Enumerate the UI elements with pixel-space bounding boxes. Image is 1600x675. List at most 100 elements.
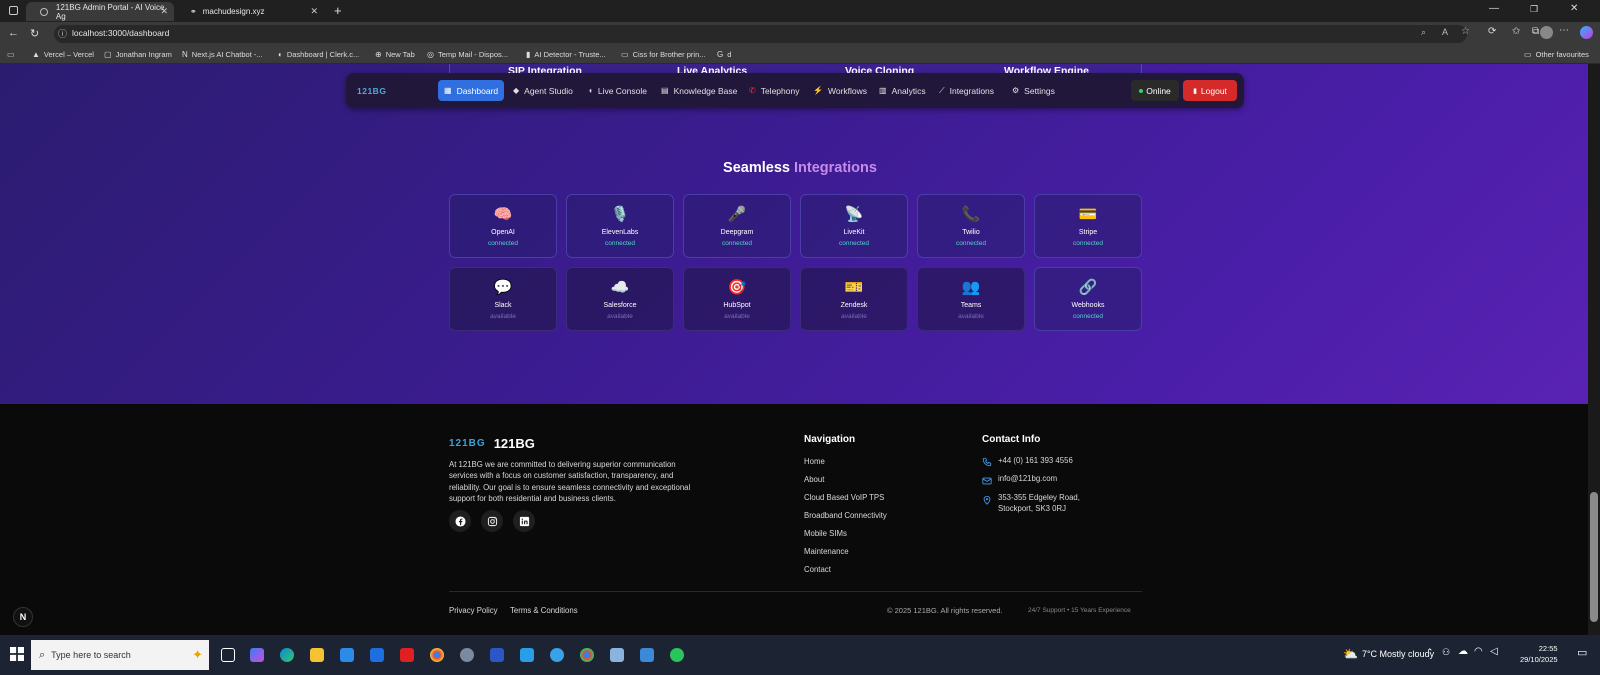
bookmark-item[interactable]: ▲ Vercel – Vercel bbox=[32, 50, 94, 59]
powershell-icon[interactable] bbox=[490, 648, 504, 662]
read-aloud-icon[interactable]: A bbox=[1442, 27, 1448, 37]
copilot-taskbar-icon[interactable] bbox=[250, 648, 264, 662]
footer-link-maintenance[interactable]: Maintenance bbox=[804, 547, 849, 556]
contact-phone[interactable]: +44 (0) 161 393 4556 bbox=[998, 455, 1073, 466]
app-icon[interactable] bbox=[640, 648, 654, 662]
nav-item-analytics[interactable]: ▥ Analytics bbox=[873, 80, 932, 101]
youtube-icon[interactable] bbox=[400, 648, 414, 662]
integration-card-slack[interactable]: 💬 Slack available bbox=[449, 267, 557, 331]
integration-card-twilio[interactable]: 📞 Twilio connected bbox=[917, 194, 1025, 258]
microsoft-store-icon[interactable] bbox=[340, 648, 354, 662]
zoom-icon[interactable]: ⌕ bbox=[1421, 27, 1426, 38]
whatsapp-icon[interactable] bbox=[670, 648, 684, 662]
footer-link-broadband[interactable]: Broadband Connectivity bbox=[804, 511, 887, 520]
bookmark-item[interactable]: Gd bbox=[717, 50, 731, 59]
more-menu-icon[interactable]: ⋯ bbox=[1559, 25, 1569, 36]
volume-icon[interactable]: ◁ bbox=[1490, 646, 1498, 657]
mail-icon[interactable] bbox=[370, 648, 384, 662]
integration-card-salesforce[interactable]: ☁️ Salesforce available bbox=[566, 267, 674, 331]
app-icon[interactable] bbox=[550, 648, 564, 662]
footer-brand[interactable]: 121BG 121BG bbox=[449, 436, 535, 451]
chevron-up-icon[interactable]: ⌃ bbox=[1426, 647, 1434, 658]
bookmark-item[interactable]: ▭ Ciss for Brother prin... bbox=[621, 50, 706, 59]
footer-link-contact[interactable]: Contact bbox=[804, 565, 831, 574]
nav-item-live-console[interactable]: ◖ Live Console bbox=[582, 80, 653, 101]
restore-icon[interactable]: ❐ bbox=[1530, 4, 1538, 15]
minimize-icon[interactable]: — bbox=[1489, 3, 1499, 14]
bookmark-item[interactable]: ▢ Jonathan Ingram bbox=[104, 50, 172, 59]
vscode-icon[interactable] bbox=[520, 648, 534, 662]
taskbar-search-input[interactable]: ⌕ Type here to search ✦ bbox=[31, 640, 209, 670]
chrome-profile-icon[interactable] bbox=[580, 648, 594, 662]
nav-item-agent-studio[interactable]: ◆ Agent Studio bbox=[507, 80, 579, 101]
onedrive-icon[interactable]: ☁ bbox=[1458, 646, 1468, 657]
back-icon[interactable]: ← bbox=[8, 27, 19, 39]
privacy-policy-link[interactable]: Privacy Policy bbox=[449, 606, 498, 615]
scrollbar-thumb[interactable] bbox=[1590, 492, 1598, 622]
nav-logo[interactable]: 121BG bbox=[357, 86, 386, 96]
bookmark-item[interactable]: ▮ AI Detector - Truste... bbox=[526, 50, 606, 59]
weather-widget[interactable]: ⛅ 7°C Mostly cloudy bbox=[1343, 647, 1434, 661]
next-dev-badge[interactable]: N bbox=[13, 607, 33, 627]
taskbar-clock[interactable]: 22:55 29/10/2025 bbox=[1520, 643, 1558, 665]
tab-actions-icon[interactable] bbox=[9, 6, 18, 15]
bookmark-item[interactable]: ⊕ New Tab bbox=[375, 50, 415, 59]
integration-card-stripe[interactable]: 💳 Stripe connected bbox=[1034, 194, 1142, 258]
integration-card-elevenlabs[interactable]: 🎙️ ElevenLabs connected bbox=[566, 194, 674, 258]
terms-link[interactable]: Terms & Conditions bbox=[510, 606, 578, 615]
footer-link-voip[interactable]: Cloud Based VoIP TPS bbox=[804, 493, 884, 502]
instagram-button[interactable] bbox=[481, 510, 503, 532]
wifi-icon[interactable]: ◠ bbox=[1474, 646, 1483, 657]
linkedin-button[interactable] bbox=[513, 510, 535, 532]
favorites-icon[interactable]: ✩ bbox=[1512, 26, 1520, 37]
online-status[interactable]: Online bbox=[1131, 80, 1179, 101]
nav-item-knowledge-base[interactable]: ▤ Knowledge Base bbox=[655, 80, 743, 101]
bookmark-item[interactable]: ◎ Temp Mail - Dispos... bbox=[427, 50, 508, 59]
refresh-icon[interactable]: ↻ bbox=[30, 27, 39, 40]
file-explorer-icon[interactable] bbox=[310, 648, 324, 662]
collections-icon[interactable]: ⧉ bbox=[1532, 26, 1539, 37]
nav-item-integrations[interactable]: ⟋ Integrations bbox=[933, 80, 1000, 101]
bookmarks-sidebar-icon[interactable]: ▭ bbox=[7, 50, 15, 59]
tab-admin-portal[interactable]: 121BG Admin Portal - AI Voice Ag ✕ bbox=[26, 2, 174, 21]
contact-email[interactable]: info@121bg.com bbox=[998, 473, 1057, 484]
close-tab-icon[interactable]: ✕ bbox=[160, 6, 168, 17]
app-icon[interactable] bbox=[610, 648, 624, 662]
logout-button[interactable]: ▮ Logout bbox=[1183, 80, 1237, 101]
integration-card-hubspot[interactable]: 🎯 HubSpot available bbox=[683, 267, 791, 331]
nav-item-workflows[interactable]: ⚡ Workflows bbox=[807, 80, 873, 101]
other-favourites[interactable]: ▭ Other favourites bbox=[1524, 50, 1589, 59]
integration-card-deepgram[interactable]: 🎤 Deepgram connected bbox=[683, 194, 791, 258]
close-window-icon[interactable]: ✕ bbox=[1570, 3, 1578, 14]
integration-card-openai[interactable]: 🧠 OpenAI connected bbox=[449, 194, 557, 258]
extensions-icon[interactable]: ⟳ bbox=[1488, 26, 1496, 37]
integration-card-livekit[interactable]: 📡 LiveKit connected bbox=[800, 194, 908, 258]
bookmark-item[interactable]: ◐ Dashboard | Clerk.c... bbox=[278, 50, 359, 59]
nav-item-settings[interactable]: ⚙ Settings bbox=[1006, 80, 1061, 101]
task-view-icon[interactable] bbox=[221, 648, 235, 662]
facebook-button[interactable] bbox=[449, 510, 471, 532]
copilot-icon[interactable] bbox=[1580, 26, 1593, 39]
integration-card-webhooks[interactable]: 🔗 Webhooks connected bbox=[1034, 267, 1142, 331]
close-tab-icon[interactable]: ✕ bbox=[310, 6, 318, 17]
footer-link-mobile-sims[interactable]: Mobile SIMs bbox=[804, 529, 847, 538]
network-icon[interactable]: ⚇ bbox=[1442, 647, 1450, 658]
favorite-star-icon[interactable]: ☆ bbox=[1461, 26, 1470, 37]
edge-browser-icon[interactable] bbox=[280, 648, 294, 662]
nav-item-telephony[interactable]: ✆ Telephony bbox=[743, 80, 805, 101]
bookmark-item[interactable]: N Next.js AI Chatbot -... bbox=[182, 50, 263, 59]
site-info-icon[interactable]: ⓘ bbox=[58, 27, 67, 40]
integration-card-teams[interactable]: 👥 Teams available bbox=[917, 267, 1025, 331]
windows-start-icon[interactable] bbox=[10, 647, 24, 666]
footer-link-about[interactable]: About bbox=[804, 475, 824, 484]
profile-avatar[interactable] bbox=[1540, 26, 1553, 39]
app-icon[interactable] bbox=[460, 648, 474, 662]
nav-item-dashboard[interactable]: ▦ Dashboard bbox=[438, 80, 505, 101]
new-tab-button[interactable]: + bbox=[334, 3, 342, 18]
tab-machudesign[interactable]: ⚭ machudesign.xyz ✕ bbox=[176, 2, 324, 21]
notifications-icon[interactable]: ▭ bbox=[1577, 646, 1587, 659]
integration-card-zendesk[interactable]: 🎫 Zendesk available bbox=[800, 267, 908, 331]
footer-link-home[interactable]: Home bbox=[804, 457, 825, 466]
url-input[interactable] bbox=[54, 25, 1467, 43]
chrome-icon[interactable] bbox=[430, 648, 444, 662]
